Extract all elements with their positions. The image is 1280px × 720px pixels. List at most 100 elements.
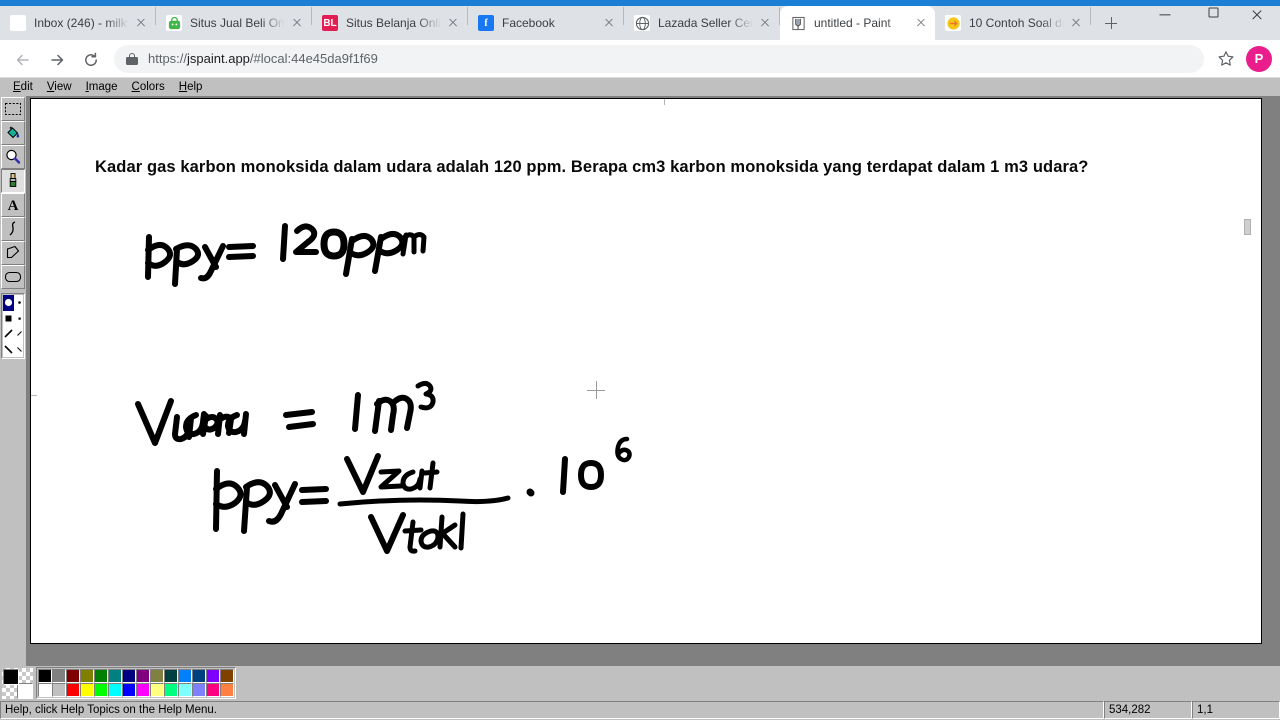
brush-option-backslash-small[interactable] [14,342,25,358]
palette-swatch[interactable] [66,683,80,697]
lazada-icon [634,15,650,31]
brush-option-square-large[interactable] [3,311,14,327]
tokopedia-icon [166,15,182,31]
paint-color-palette-row [0,666,1280,700]
close-icon[interactable] [757,15,773,31]
menu-item-view[interactable]: View [40,80,79,94]
facebook-icon: f [478,15,494,31]
brush-option-backslash-large[interactable] [3,342,14,358]
close-icon[interactable] [913,15,929,31]
palette-swatch[interactable] [108,669,122,683]
palette-swatch[interactable] [192,669,206,683]
palette-swatch[interactable] [206,669,220,683]
palette-swatch[interactable] [38,669,52,683]
browser-tab-paint[interactable]: untitled - Paint [780,6,935,40]
maximize-button[interactable] [1188,0,1234,30]
brush-option-square-small[interactable] [14,311,25,327]
new-tab-button[interactable] [1097,9,1125,37]
background-color-swatch[interactable] [17,682,33,699]
current-colors-indicator[interactable] [2,667,33,699]
palette-swatch[interactable] [136,669,150,683]
menu-item-help[interactable]: Help [172,80,210,94]
profile-avatar[interactable]: P [1246,45,1272,72]
paint-status-bar: Help, click Help Topics on the Help Menu… [0,700,1280,720]
menu-label-view-rest: iew [54,81,72,93]
browser-tab-tokopedia[interactable]: Situs Jual Beli Onli [156,6,311,40]
window-controls [1142,0,1280,40]
brush-shape-grid [3,295,23,357]
magnifier-tool[interactable] [1,145,25,169]
palette-swatch[interactable] [80,683,94,697]
brush-option-circle-large[interactable] [3,295,14,311]
menu-item-edit[interactable]: Edit [6,80,40,94]
tab-title: Lazada Seller Cent [658,16,753,30]
foreground-color-swatch[interactable] [3,668,19,685]
palette-swatch[interactable] [164,669,178,683]
palette-swatch[interactable] [136,683,150,697]
paint-toolbox: A [0,96,26,666]
select-rectangle-tool[interactable] [1,97,25,121]
brush-option-slash-large[interactable] [3,326,14,342]
menu-label-image-rest: mage [88,81,118,93]
gmail-icon: M [10,15,26,31]
curve-tool[interactable] [1,217,25,241]
palette-swatch[interactable] [206,683,220,697]
lock-icon [126,52,138,66]
palette-swatch[interactable] [178,669,192,683]
palette-swatch[interactable] [122,683,136,697]
close-icon[interactable] [133,15,149,31]
reload-button[interactable] [76,45,104,73]
polygon-tool[interactable] [1,241,25,265]
text-tool[interactable]: A [1,193,25,217]
brush-tool[interactable] [1,169,25,193]
palette-swatch[interactable] [150,683,164,697]
brush-option-circle-small[interactable] [14,295,25,311]
menu-item-image[interactable]: Image [79,80,125,94]
palette-swatch[interactable] [178,683,192,697]
color-palette[interactable] [36,667,236,699]
back-button[interactable] [8,45,36,73]
palette-swatch[interactable] [52,669,66,683]
palette-swatch[interactable] [164,683,178,697]
browser-toolbar: https://jspaint.app/#local:44e45da9f1f69… [0,40,1280,78]
paint-canvas[interactable]: Kadar gas karbon monoksida dalam udara a… [30,98,1262,644]
tab-title: Situs Belanja Onlin [346,16,441,30]
palette-swatch[interactable] [94,683,108,697]
palette-swatch[interactable] [192,683,206,697]
palette-swatch[interactable] [150,669,164,683]
paint-body: A Kadar gas karbon monoksida dalam udara… [0,96,1280,666]
close-window-button[interactable] [1234,0,1280,30]
menu-item-colors[interactable]: Colors [125,80,172,94]
browser-tab-gmail[interactable]: M Inbox (246) - milky [0,6,155,40]
close-icon[interactable] [289,15,305,31]
paint-icon [790,15,806,31]
browser-tab-facebook[interactable]: f Facebook [468,6,623,40]
bookmark-star-icon[interactable] [1212,45,1240,73]
close-icon[interactable] [1068,15,1084,31]
palette-swatch[interactable] [38,683,52,697]
address-bar[interactable]: https://jspaint.app/#local:44e45da9f1f69 [114,44,1204,73]
browser-tab-lazada[interactable]: Lazada Seller Cent [624,6,779,40]
brush-option-slash-small[interactable] [14,326,25,342]
close-icon[interactable] [601,15,617,31]
palette-swatch[interactable] [66,669,80,683]
url-host: jspaint.app [187,51,250,66]
palette-swatch[interactable] [108,683,122,697]
rounded-rectangle-tool[interactable] [1,265,25,289]
palette-swatch[interactable] [220,669,234,683]
palette-swatch[interactable] [94,669,108,683]
browser-tab-article[interactable]: 10 Contoh Soal da [935,6,1090,40]
palette-swatch[interactable] [80,669,94,683]
status-coordinates: 534,282 [1104,701,1192,719]
minimize-button[interactable] [1142,0,1188,30]
forward-button[interactable] [42,45,70,73]
tab-title: Situs Jual Beli Onli [190,16,285,30]
browser-tab-bukalapak[interactable]: BL Situs Belanja Onlin [312,6,467,40]
tool-options-panel [1,293,25,359]
palette-swatch[interactable] [220,683,234,697]
palette-swatch[interactable] [52,683,66,697]
fill-bucket-tool[interactable] [1,121,25,145]
palette-swatch[interactable] [122,669,136,683]
jspaint-app: Edit View Image Colors Help A Kadar gas … [0,78,1280,720]
close-icon[interactable] [445,15,461,31]
